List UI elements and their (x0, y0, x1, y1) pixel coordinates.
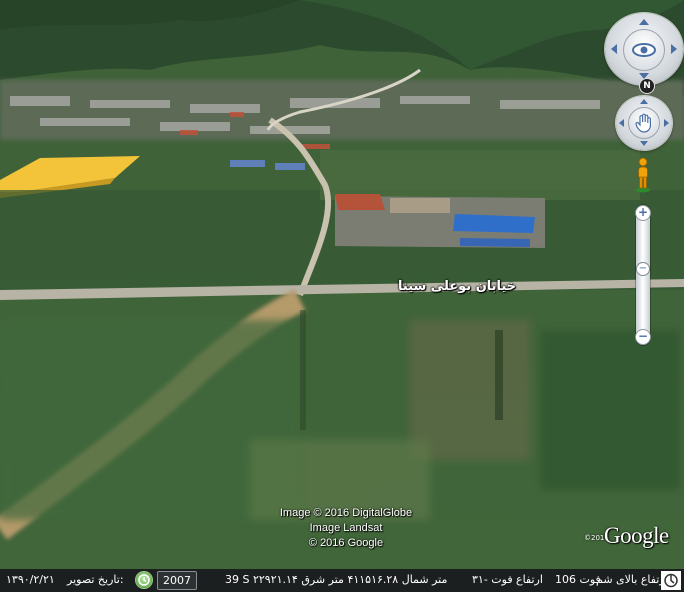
zoom-in-button[interactable]: + (636, 206, 650, 220)
hand-icon[interactable] (628, 107, 660, 139)
clock-icon[interactable] (136, 572, 152, 588)
imagery-date: ۱۳۹۰/۲/۲۱ (6, 573, 55, 586)
look-control[interactable] (605, 13, 683, 85)
imagery-attribution: Image © 2016 DigitalGlobe Image Landsat … (250, 506, 442, 551)
zoom-out-button[interactable]: − (636, 330, 650, 344)
streaming-icon (661, 571, 681, 590)
look-right-arrow-icon[interactable] (671, 44, 677, 54)
google-logo: Google (604, 523, 669, 548)
move-up-arrow-icon[interactable] (640, 99, 648, 104)
eye-icon[interactable] (623, 29, 665, 71)
elevation-label: ارتفاع (516, 573, 543, 586)
eye-altitude-value: 106 فوت (555, 573, 601, 586)
road-label: خیابان بوعلی سینا (398, 279, 517, 294)
pegman-icon[interactable] (634, 157, 652, 193)
north-indicator[interactable]: N (640, 79, 654, 93)
look-left-arrow-icon[interactable] (611, 44, 617, 54)
elevation-value: ۳۱- فوت (472, 573, 513, 586)
attribution-line: © 2016 Google (308, 537, 384, 549)
attribution-line: Image Landsat (309, 522, 383, 534)
map-3d-view[interactable]: خیابان بوعلی سینا Image © 2016 DigitalGl… (0, 0, 684, 592)
move-control[interactable] (616, 96, 672, 150)
move-left-arrow-icon[interactable] (619, 119, 624, 127)
zoom-slider-thumb[interactable]: − (637, 263, 649, 275)
aerial-terrain[interactable] (0, 0, 684, 592)
attribution-line: Image © 2016 DigitalGlobe (279, 507, 413, 519)
coordinates-readout: 39 S ۲۲۹۲۱.۱۴ متر شمال ۴۱۱۵۱۶.۲۸ متر شرق (225, 573, 448, 586)
move-down-arrow-icon[interactable] (640, 141, 648, 146)
look-up-arrow-icon[interactable] (639, 19, 649, 25)
zoom-slider-track[interactable] (636, 205, 650, 345)
imagery-date-label: تاریخ تصویر: (67, 573, 124, 586)
move-right-arrow-icon[interactable] (664, 119, 669, 127)
eye-altitude-label: ارتفاع بالای شم (596, 573, 668, 586)
status-bar: ۱۳۹۰/۲/۲۱ تاریخ تصویر: 2007 39 S ۲۲۹۲۱.۱… (0, 569, 684, 592)
historical-year-button[interactable]: 2007 (157, 571, 197, 590)
